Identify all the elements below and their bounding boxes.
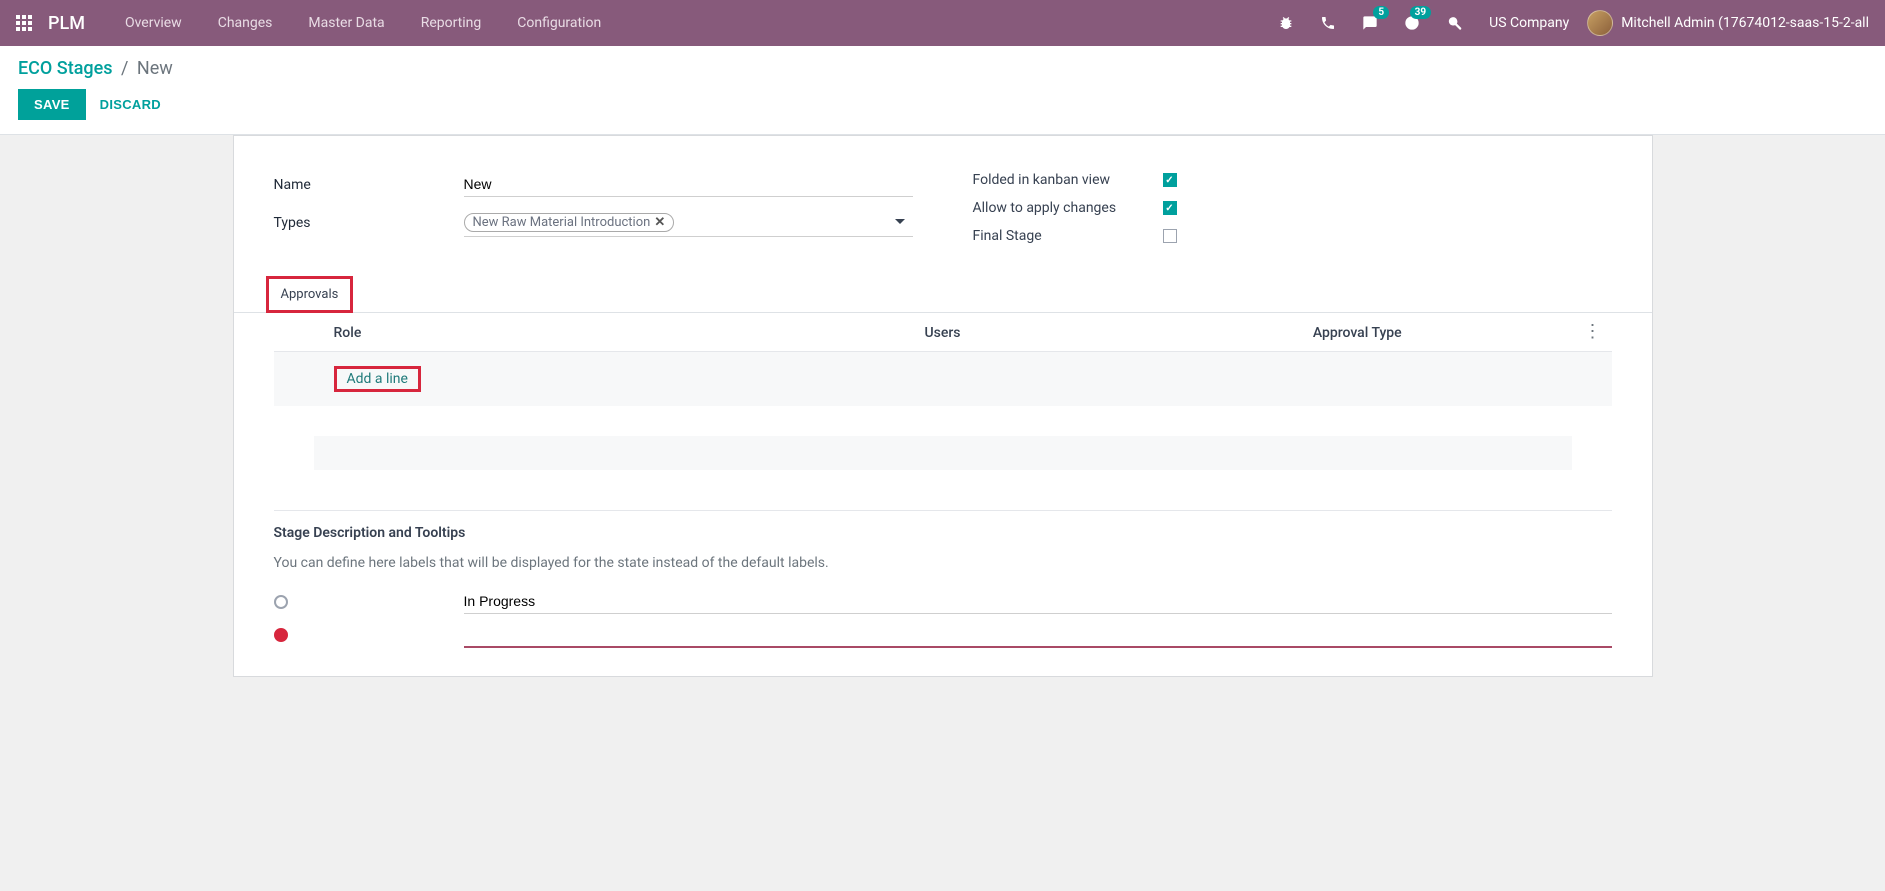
final-checkbox[interactable] bbox=[1163, 229, 1177, 243]
desc-help: You can define here labels that will be … bbox=[274, 555, 1612, 571]
avatar bbox=[1587, 10, 1613, 36]
debug-icon[interactable] bbox=[1269, 0, 1303, 46]
allow-checkbox[interactable] bbox=[1163, 201, 1177, 215]
remove-tag-icon[interactable]: ✕ bbox=[654, 215, 665, 230]
folded-checkbox[interactable] bbox=[1163, 173, 1177, 187]
col-role: Role bbox=[274, 325, 729, 341]
desc-title: Stage Description and Tooltips bbox=[274, 525, 1612, 541]
tools-icon[interactable] bbox=[1437, 0, 1471, 46]
user-menu[interactable]: Mitchell Admin (17674012-saas-15-2-all bbox=[1587, 10, 1869, 36]
name-input[interactable] bbox=[464, 172, 913, 197]
state-normal-input[interactable] bbox=[464, 589, 1612, 614]
allow-label: Allow to apply changes bbox=[973, 200, 1163, 216]
columns-menu-icon[interactable]: ⋮ bbox=[1558, 325, 1612, 341]
types-dropdown-caret[interactable] bbox=[895, 215, 913, 231]
app-brand[interactable]: PLM bbox=[48, 13, 85, 34]
col-users: Users bbox=[728, 325, 1156, 341]
breadcrumb-parent[interactable]: ECO Stages bbox=[18, 58, 113, 79]
discard-button[interactable]: DISCARD bbox=[96, 89, 165, 120]
messages-icon[interactable]: 5 bbox=[1353, 0, 1387, 46]
state-blocked-input[interactable] bbox=[464, 622, 1612, 648]
state-blocked-icon[interactable] bbox=[274, 628, 288, 642]
user-name: Mitchell Admin (17674012-saas-15-2-all bbox=[1621, 15, 1869, 31]
folded-label: Folded in kanban view bbox=[973, 172, 1163, 188]
nav-configuration[interactable]: Configuration bbox=[503, 0, 615, 46]
types-label: Types bbox=[274, 215, 464, 231]
nav-changes[interactable]: Changes bbox=[204, 0, 287, 46]
apps-icon[interactable] bbox=[16, 15, 32, 31]
company-switcher[interactable]: US Company bbox=[1479, 15, 1579, 31]
activities-icon[interactable]: 39 bbox=[1395, 0, 1429, 46]
name-label: Name bbox=[274, 177, 464, 193]
breadcrumb-current: New bbox=[137, 58, 173, 79]
nav-overview[interactable]: Overview bbox=[111, 0, 196, 46]
add-a-line-link[interactable]: Add a line bbox=[334, 366, 421, 392]
types-tag-label: New Raw Material Introduction bbox=[473, 215, 651, 230]
empty-bar bbox=[314, 436, 1572, 470]
activities-badge: 39 bbox=[1410, 6, 1431, 19]
state-normal-icon[interactable] bbox=[274, 595, 288, 609]
final-label: Final Stage bbox=[973, 228, 1163, 244]
tab-approvals[interactable]: Approvals bbox=[266, 276, 354, 313]
types-input[interactable]: New Raw Material Introduction ✕ bbox=[464, 209, 913, 237]
nav-reporting[interactable]: Reporting bbox=[407, 0, 496, 46]
types-tag[interactable]: New Raw Material Introduction ✕ bbox=[464, 213, 675, 232]
col-approval-type: Approval Type bbox=[1157, 325, 1558, 341]
breadcrumb: ECO Stages / New bbox=[18, 58, 1867, 79]
phone-icon[interactable] bbox=[1311, 0, 1345, 46]
messages-badge: 5 bbox=[1373, 6, 1389, 19]
save-button[interactable]: SAVE bbox=[18, 89, 86, 120]
nav-master-data[interactable]: Master Data bbox=[294, 0, 398, 46]
